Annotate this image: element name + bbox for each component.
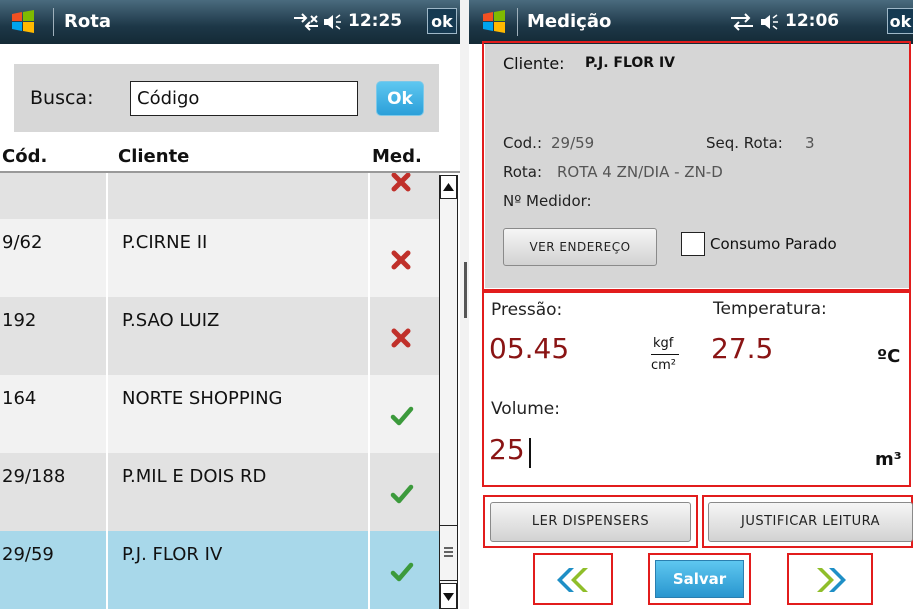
volume-unit: m³ [875, 449, 902, 470]
consumo-parado-label: Consumo Parado [710, 235, 837, 253]
cell-med [370, 375, 434, 453]
fraction-bar [651, 354, 679, 355]
windows-logo-icon[interactable] [481, 9, 507, 35]
table-row[interactable]: 164 NORTE SHOPPING [0, 375, 440, 453]
red-x-icon [391, 250, 411, 270]
cell-med [370, 453, 434, 531]
windows-logo-icon[interactable] [10, 9, 36, 35]
red-x-icon [391, 173, 411, 192]
cell-med [370, 219, 434, 297]
divider-mark [464, 262, 467, 318]
cod-value: 29/59 [551, 134, 595, 152]
cell-cod: 9/62 [2, 232, 43, 253]
salvar-button[interactable]: Salvar [655, 560, 744, 598]
cliente-value: P.J. FLOR IV [585, 55, 675, 71]
rota-screen: Rota 12:25 ok Busca: Código Ok Cód. Clie… [0, 0, 460, 609]
search-label: Busca: [30, 87, 94, 109]
column-header-med[interactable]: Med. [372, 146, 422, 167]
ler-dispensers-button[interactable]: LER DISPENSERS [490, 502, 691, 542]
title-bar: Medição 12:06 ok [469, 0, 913, 44]
search-bar: Busca: Código Ok [14, 64, 439, 132]
triangle-down-icon [443, 593, 454, 601]
cell-cod: 164 [2, 388, 37, 409]
temperatura-value: 27.5 [711, 332, 774, 365]
title-separator [53, 8, 54, 36]
consumo-parado-checkbox[interactable] [681, 232, 705, 256]
cell-cliente: P.SAO LUIZ [106, 297, 370, 375]
cell-med [370, 531, 434, 609]
volume-input[interactable]: 25 [489, 431, 863, 471]
ok-button[interactable]: ok [887, 8, 913, 34]
window-title: Medição [527, 11, 612, 32]
cell-cod: 192 [2, 310, 37, 331]
table-row[interactable]: 29/188 P.MIL E DOIS RD [0, 453, 440, 531]
connectivity-icon[interactable] [729, 12, 755, 32]
clock: 12:25 [348, 11, 403, 31]
previous-button[interactable] [539, 560, 607, 600]
cell-cliente: NORTE SHOPPING [106, 375, 370, 453]
temperatura-unit: ºC [877, 346, 901, 367]
pressao-input[interactable]: 05.45 [489, 330, 647, 370]
search-ok-button[interactable]: Ok [376, 81, 424, 116]
scroll-down-button[interactable] [440, 583, 457, 609]
column-header-cod[interactable]: Cód. [2, 146, 47, 167]
cell-med [370, 297, 434, 375]
grip-icon [444, 547, 453, 557]
double-chevron-left-icon [557, 568, 588, 592]
medidor-label: Nº Medidor: [503, 192, 592, 210]
ok-button[interactable]: ok [427, 8, 457, 34]
cell-med [370, 173, 434, 219]
green-check-icon [390, 406, 414, 426]
rota-label: Rota: [503, 163, 543, 181]
rota-value: ROTA 4 ZN/DIA - ZN-D [557, 163, 723, 181]
cell-cod: 29/59 [2, 544, 54, 565]
cliente-label: Cliente: [503, 54, 565, 73]
title-separator [517, 8, 518, 36]
pressao-unit-denominator: cm² [651, 358, 677, 373]
pressao-value: 05.45 [489, 332, 570, 365]
seq-rota-value: 3 [805, 134, 815, 152]
temperatura-label: Temperatura: [713, 299, 827, 319]
table-row[interactable] [0, 173, 440, 219]
volume-icon[interactable] [322, 12, 344, 32]
table-row[interactable]: 192 P.SAO LUIZ [0, 297, 440, 375]
cell-cliente: P.MIL E DOIS RD [106, 453, 370, 531]
green-check-icon [390, 562, 414, 582]
next-button[interactable] [793, 560, 867, 600]
volume-icon[interactable] [759, 12, 781, 32]
medicao-screen: Medição 12:06 ok Cliente: P.J. FLOR IV C… [469, 0, 913, 609]
window-title: Rota [64, 11, 111, 32]
clock: 12:06 [785, 11, 840, 31]
volume-value: 25 [489, 433, 525, 466]
table-row[interactable]: 9/62 P.CIRNE II [0, 219, 440, 297]
search-input[interactable]: Código [130, 81, 358, 116]
green-check-icon [390, 484, 414, 504]
cell-cod: 29/188 [2, 466, 66, 487]
screen-divider [460, 0, 469, 609]
text-cursor [529, 438, 531, 468]
cod-label: Cod.: [503, 134, 542, 152]
double-chevron-right-icon [817, 568, 846, 592]
client-list: 9/62 P.CIRNE II 192 P.SAO LUIZ 164 NORTE… [0, 173, 440, 609]
justificar-leitura-button[interactable]: JUSTIFICAR LEITURA [708, 502, 913, 542]
column-header-cliente[interactable]: Cliente [118, 146, 189, 167]
cell-cliente: P.J. FLOR IV [106, 531, 370, 609]
scroll-thumb[interactable] [440, 525, 457, 581]
pressao-label: Pressão: [491, 300, 563, 320]
connectivity-icon[interactable] [292, 12, 320, 32]
volume-label: Volume: [491, 399, 560, 419]
list-scrollbar[interactable] [439, 175, 458, 609]
title-bar: Rota 12:25 ok [0, 0, 460, 44]
pressao-unit-numerator: kgf [653, 336, 674, 351]
cell-cod [0, 173, 106, 219]
cell-cliente [106, 173, 370, 219]
seq-rota-label: Seq. Rota: [706, 134, 783, 152]
cell-cliente: P.CIRNE II [106, 219, 370, 297]
triangle-up-icon [443, 183, 454, 191]
ver-endereco-button[interactable]: VER ENDEREÇO [503, 228, 657, 266]
temperatura-input[interactable]: 27.5 [711, 330, 861, 370]
table-row-selected[interactable]: 29/59 P.J. FLOR IV [0, 531, 440, 609]
scroll-up-button[interactable] [440, 175, 457, 199]
red-x-icon [391, 328, 411, 348]
